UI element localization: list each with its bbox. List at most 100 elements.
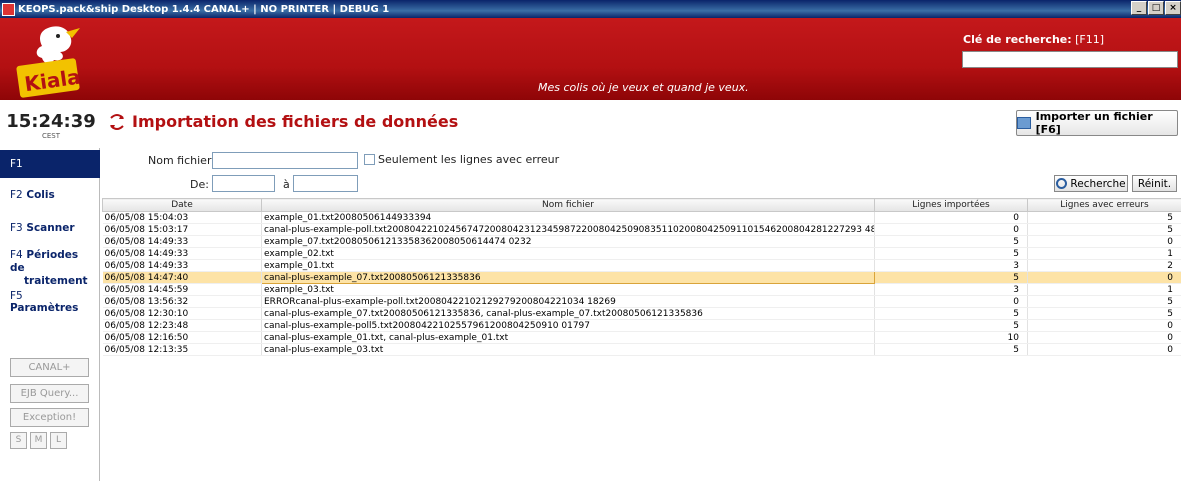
clock: 15:24:39 CEST	[6, 111, 96, 140]
to-date-input[interactable]	[293, 175, 358, 192]
search-shortcut: [F11]	[1075, 33, 1105, 46]
cell-imported: 3	[874, 259, 1028, 272]
cell-date: 06/05/08 13:56:32	[102, 295, 262, 308]
cell-date: 06/05/08 14:45:59	[102, 283, 262, 296]
canal-plus-button[interactable]: CANAL+	[10, 358, 89, 377]
cell-date: 06/05/08 12:13:35	[102, 343, 262, 356]
table-row[interactable]: 06/05/08 15:03:17 canal-plus-example-poll…	[102, 223, 1181, 236]
cell-errors: 5	[1027, 211, 1181, 224]
page-title: Importation des fichiers de données	[108, 112, 458, 131]
cell-filename: canal-plus-example-poll.txt2008042210245…	[261, 223, 875, 236]
sidebar-item-importation[interactable]: F1 Importation	[0, 150, 100, 192]
exception-button[interactable]: Exception!	[10, 408, 89, 427]
page-title-text: Importation des fichiers de données	[132, 112, 459, 131]
cell-date: 06/05/08 14:47:40	[102, 271, 262, 284]
cell-filename: example_03.txt	[261, 283, 875, 296]
size-s-button[interactable]: S	[10, 432, 27, 449]
table-row[interactable]: 06/05/08 14:47:40 canal-plus-example_07.t…	[102, 271, 1181, 284]
cell-errors: 5	[1027, 307, 1181, 320]
to-date-label: à	[283, 178, 290, 191]
filename-input[interactable]	[212, 152, 358, 169]
table-row[interactable]: 06/05/08 15:04:03 example_01.txt200805061…	[102, 211, 1181, 224]
table-row[interactable]: 06/05/08 14:49:33 example_01.txt 3 2	[102, 259, 1181, 272]
cell-date: 06/05/08 12:30:10	[102, 307, 262, 320]
only-errors-checkbox[interactable]	[364, 154, 375, 165]
sidebar-item-parametres[interactable]: F5 Paramètres	[0, 287, 100, 317]
column-header-imported[interactable]: Lignes importées	[874, 198, 1028, 212]
import-file-icon	[1017, 117, 1031, 129]
cell-filename: canal-plus-example_07.txt200805061213358…	[261, 307, 875, 320]
cell-errors: 0	[1027, 319, 1181, 332]
cell-imported: 5	[874, 307, 1028, 320]
column-header-errors[interactable]: Lignes avec erreurs	[1027, 198, 1181, 212]
kiala-logo: Kiala	[16, 26, 82, 98]
cell-errors: 1	[1027, 247, 1181, 260]
cell-imported: 5	[874, 271, 1028, 284]
cell-filename: example_01.txt	[261, 259, 875, 272]
table-row[interactable]: 06/05/08 12:30:10 canal-plus-example_07.t…	[102, 307, 1181, 320]
cell-errors: 0	[1027, 271, 1181, 284]
column-header-date[interactable]: Date	[102, 198, 262, 212]
size-m-button[interactable]: M	[30, 432, 47, 449]
cell-date: 06/05/08 14:49:33	[102, 259, 262, 272]
from-date-input[interactable]	[212, 175, 275, 192]
sidebar-item-label: Colis	[26, 189, 55, 201]
window-title: KEOPS.pack&ship Desktop 1.4.4 CANAL+ | N…	[18, 3, 390, 15]
column-header-filename[interactable]: Nom fichier	[261, 198, 875, 212]
slogan: Mes colis où je veux et quand je veux.	[538, 81, 749, 94]
table-row[interactable]: 06/05/08 14:49:33 example_07.txt200805061…	[102, 235, 1181, 248]
search-label: Clé de recherche: [F11]	[963, 33, 1104, 46]
cell-date: 06/05/08 12:23:48	[102, 319, 262, 332]
import-file-button[interactable]: Importer un fichier [F6]	[1016, 110, 1178, 136]
search-input[interactable]	[962, 51, 1178, 68]
cell-errors: 5	[1027, 295, 1181, 308]
cell-imported: 5	[874, 235, 1028, 248]
sidebar-item-colis[interactable]: F2 Colis	[0, 186, 100, 204]
sidebar-item-key: F5	[10, 290, 23, 302]
minimize-button[interactable]: _	[1131, 1, 1147, 15]
sidebar-item-scanner[interactable]: F3 Scanner	[0, 219, 100, 237]
search-button[interactable]: Recherche	[1054, 175, 1128, 192]
sidebar-item-key: F1	[10, 158, 23, 170]
window-titlebar: KEOPS.pack&ship Desktop 1.4.4 CANAL+ | N…	[0, 0, 1181, 18]
cell-filename: canal-plus-example_07.txt200805061213358…	[261, 271, 875, 284]
clock-timezone: CEST	[41, 132, 61, 140]
app-header: Kiala Mes colis où je veux et quand je v…	[0, 18, 1181, 100]
import-file-label: Importer un fichier [F6]	[1035, 110, 1153, 136]
table-row[interactable]: 06/05/08 12:13:35 canal-plus-example_03.t…	[102, 343, 1181, 356]
sidebar-item-key: F3	[10, 222, 23, 234]
sidebar-item-key: F2	[10, 189, 23, 201]
cell-filename: canal-plus-example-poll5.txt200804221025…	[261, 319, 875, 332]
close-button[interactable]: ×	[1165, 1, 1181, 15]
cell-date: 06/05/08 12:16:50	[102, 331, 262, 344]
cell-imported: 5	[874, 247, 1028, 260]
maximize-button[interactable]: □	[1148, 1, 1164, 15]
sidebar-item-key: F4	[10, 249, 23, 261]
cell-filename: example_01.txt20080506144933394	[261, 211, 875, 224]
cell-imported: 3	[874, 283, 1028, 296]
from-date-label: De:	[190, 178, 209, 191]
ejb-query-button[interactable]: EJB Query...	[10, 384, 89, 403]
cell-errors: 2	[1027, 259, 1181, 272]
table-row[interactable]: 06/05/08 14:45:59 example_03.txt 3 1	[102, 283, 1181, 296]
cell-filename: canal-plus-example_01.txt, canal-plus-ex…	[261, 331, 875, 344]
search-label-text: Clé de recherche:	[963, 33, 1072, 46]
magnifier-icon	[1056, 178, 1068, 189]
size-buttons: S M L	[10, 432, 67, 449]
table-row[interactable]: 06/05/08 14:49:33 example_02.txt 5 1	[102, 247, 1181, 260]
reset-button[interactable]: Réinit.	[1132, 175, 1177, 192]
app-icon	[2, 2, 15, 16]
cell-date: 06/05/08 15:04:03	[102, 211, 262, 224]
sidebar-item-periodes[interactable]: F4 Périodes de traitement	[0, 246, 100, 291]
cell-errors: 0	[1027, 235, 1181, 248]
cell-date: 06/05/08 14:49:33	[102, 247, 262, 260]
filename-label: Nom fichier:	[148, 154, 215, 167]
import-table: Date Nom fichier Lignes importées Lignes…	[102, 198, 1181, 356]
table-row[interactable]: 06/05/08 12:16:50 canal-plus-example_01.t…	[102, 331, 1181, 344]
cell-filename: example_02.txt	[261, 247, 875, 260]
size-l-button[interactable]: L	[50, 432, 67, 449]
table-row[interactable]: 06/05/08 12:23:48 canal-plus-example-poll…	[102, 319, 1181, 332]
cell-date: 06/05/08 15:03:17	[102, 223, 262, 236]
table-row[interactable]: 06/05/08 13:56:32 ERRORcanal-plus-example…	[102, 295, 1181, 308]
cell-filename: example_07.txt20080506121335836200805061…	[261, 235, 875, 248]
